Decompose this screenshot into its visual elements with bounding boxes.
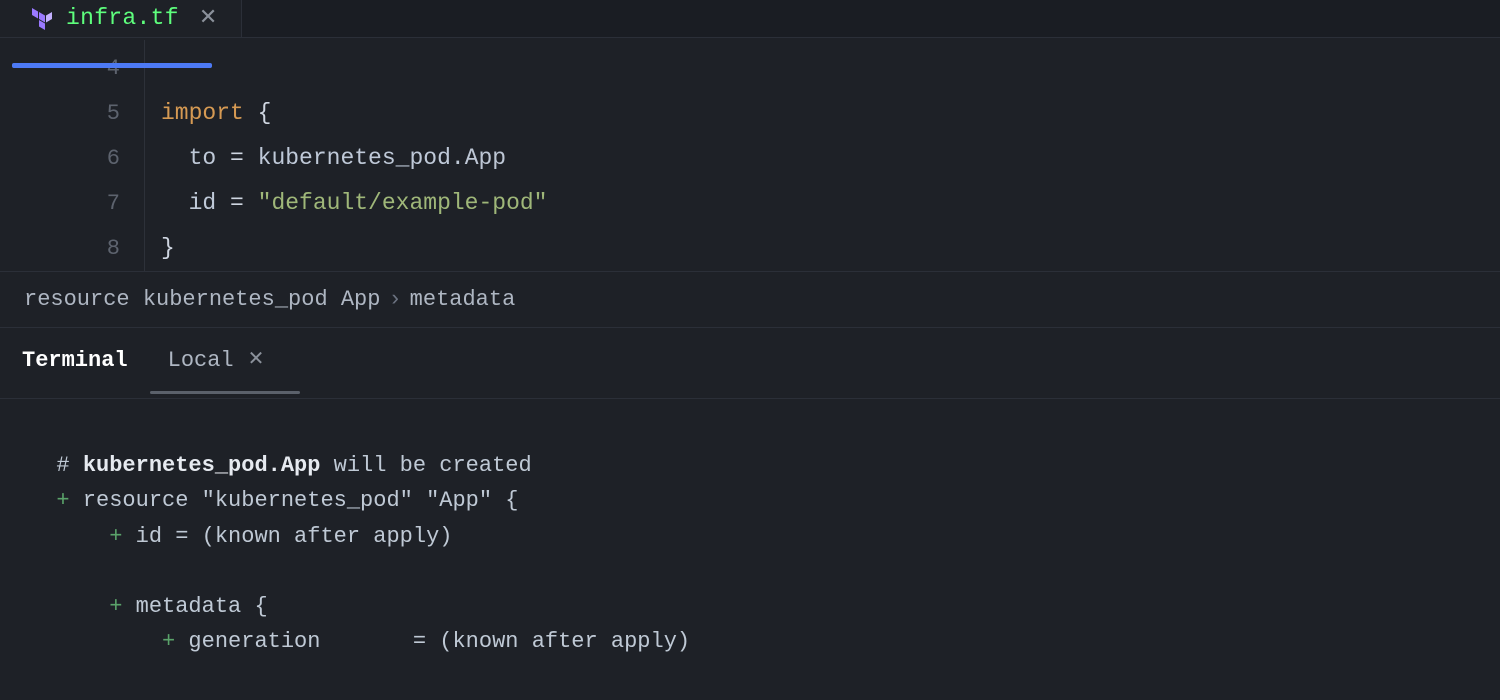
- panel-tab-local[interactable]: Local ✕: [168, 343, 265, 392]
- line-number: 6: [0, 136, 120, 181]
- code-line: import {: [161, 91, 1500, 136]
- terminal-line: # kubernetes_pod.App will be created: [30, 453, 532, 478]
- line-number-gutter: 4 5 6 7 8: [0, 40, 144, 271]
- panel-tab-label: Local: [168, 343, 234, 378]
- code-line: }: [161, 226, 1500, 271]
- breadcrumb[interactable]: resource kubernetes_pod App › metadata: [0, 271, 1500, 328]
- panel-tabs: Terminal Local ✕: [0, 328, 1500, 399]
- chevron-right-icon: ›: [388, 287, 401, 312]
- editor-tab-close-icon[interactable]: ✕: [199, 1, 217, 36]
- terraform-icon: [30, 6, 54, 30]
- terminal-line: + metadata {: [30, 594, 268, 619]
- code-line: id = "default/example-pod": [161, 181, 1500, 226]
- terminal-line: + generation = (known after apply): [30, 629, 690, 654]
- panel-tab-underline: [150, 391, 300, 394]
- editor-tab-infra[interactable]: infra.tf ✕: [0, 0, 242, 37]
- panel-tab-close-icon[interactable]: ✕: [248, 345, 265, 377]
- editor-tab-filename: infra.tf: [66, 0, 179, 37]
- line-number: 5: [0, 91, 120, 136]
- terminal-output[interactable]: # kubernetes_pod.App will be created + r…: [0, 399, 1500, 700]
- code-editor[interactable]: 4 5 6 7 8 import { to = kubernetes_pod.A…: [0, 38, 1500, 271]
- editor-code-area[interactable]: import { to = kubernetes_pod.App id = "d…: [144, 40, 1500, 271]
- tab-modified-indicator: [12, 63, 212, 68]
- terminal-line: + resource "kubernetes_pod" "App" {: [30, 488, 518, 513]
- line-number: 7: [0, 181, 120, 226]
- bottom-panel: Terminal Local ✕ # kubernetes_pod.App wi…: [0, 328, 1500, 700]
- terminal-line: + id = (known after apply): [30, 524, 452, 549]
- line-number: 8: [0, 226, 120, 271]
- breadcrumb-segment[interactable]: resource kubernetes_pod App: [24, 287, 380, 312]
- terminal-line: [30, 559, 43, 584]
- breadcrumb-segment[interactable]: metadata: [410, 287, 516, 312]
- editor-tabbar: infra.tf ✕: [0, 0, 1500, 38]
- panel-tab-terminal[interactable]: Terminal: [22, 343, 128, 392]
- code-line: to = kubernetes_pod.App: [161, 136, 1500, 181]
- code-line: [161, 46, 1500, 91]
- line-number: 4: [0, 46, 120, 91]
